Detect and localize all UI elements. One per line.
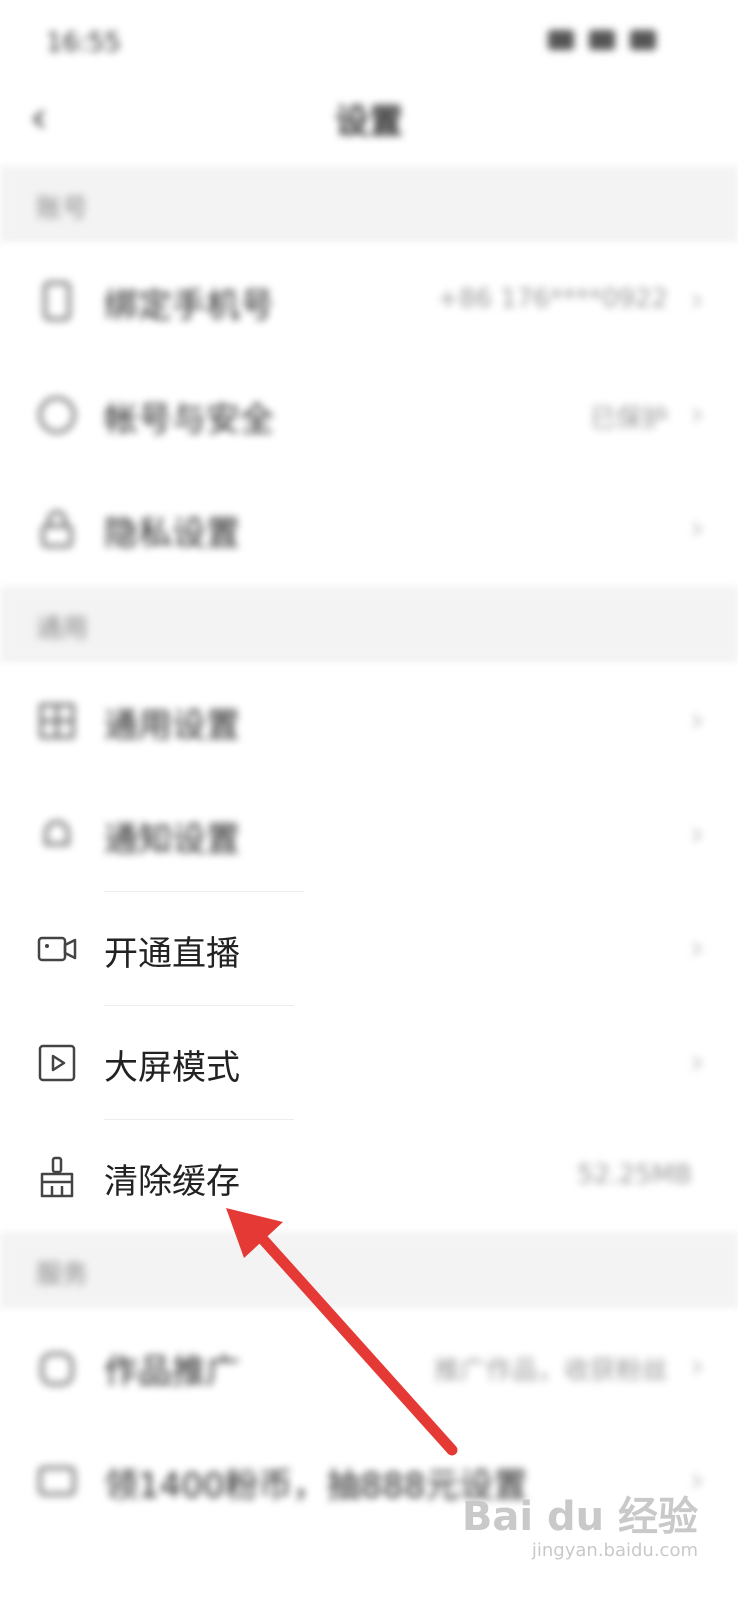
chevron-right-icon: › bbox=[690, 1042, 704, 1082]
settings-row-account-security[interactable]: 帐号与安全 已保护 › bbox=[0, 358, 738, 472]
chevron-right-icon: › bbox=[690, 508, 704, 548]
nav-bar: ‹ 设置 bbox=[0, 80, 738, 160]
settings-row-privacy[interactable]: 隐私设置 › bbox=[0, 472, 738, 586]
coin-icon bbox=[38, 1466, 76, 1496]
shield-icon bbox=[38, 396, 76, 434]
bell-icon bbox=[44, 820, 70, 846]
settings-row-general[interactable]: 通用设置 › bbox=[0, 664, 738, 778]
signal-icon bbox=[548, 30, 574, 50]
chevron-right-icon: › bbox=[690, 814, 704, 854]
status-time: 16:55 bbox=[46, 28, 121, 58]
battery-icon bbox=[630, 30, 657, 50]
chevron-right-icon: › bbox=[690, 1346, 704, 1386]
section-header-general: 通用 bbox=[0, 586, 738, 664]
section-header-services: 服务 bbox=[0, 1232, 738, 1310]
status-icons bbox=[548, 30, 698, 56]
settings-row-start-live[interactable]: 开通直播 › bbox=[0, 892, 738, 1006]
wifi-icon bbox=[589, 30, 616, 50]
settings-row-notification[interactable]: 通知设置 › bbox=[0, 778, 738, 892]
chevron-right-icon: › bbox=[690, 700, 704, 740]
chevron-right-icon: › bbox=[690, 928, 704, 968]
watermark-url: jingyan.baidu.com bbox=[531, 1540, 698, 1561]
status-bar: 16:55 bbox=[0, 0, 738, 90]
page-title: 设置 bbox=[335, 102, 403, 142]
promo-icon bbox=[40, 1352, 74, 1386]
settings-row-bind-phone[interactable]: 绑定手机号 +86 176****0922 › bbox=[0, 244, 738, 358]
section-header-account: 账号 bbox=[0, 166, 738, 244]
grid-icon bbox=[39, 703, 75, 739]
settings-row-promotion[interactable]: 作品推广 推广作品，收获粉丝 › bbox=[0, 1310, 738, 1424]
watermark-logo: Bai du 经验 bbox=[461, 1494, 698, 1540]
settings-row-big-screen[interactable]: 大屏模式 › bbox=[0, 1006, 738, 1120]
settings-row-clear-cache[interactable]: 清除缓存 52.25MB bbox=[0, 1120, 738, 1234]
chevron-right-icon: › bbox=[690, 280, 704, 320]
camera-icon bbox=[37, 936, 77, 962]
play-icon bbox=[38, 1044, 76, 1082]
broom-icon bbox=[40, 1156, 74, 1198]
chevron-right-icon: › bbox=[690, 394, 704, 434]
lock-icon bbox=[41, 510, 73, 548]
phone-icon bbox=[43, 281, 71, 321]
